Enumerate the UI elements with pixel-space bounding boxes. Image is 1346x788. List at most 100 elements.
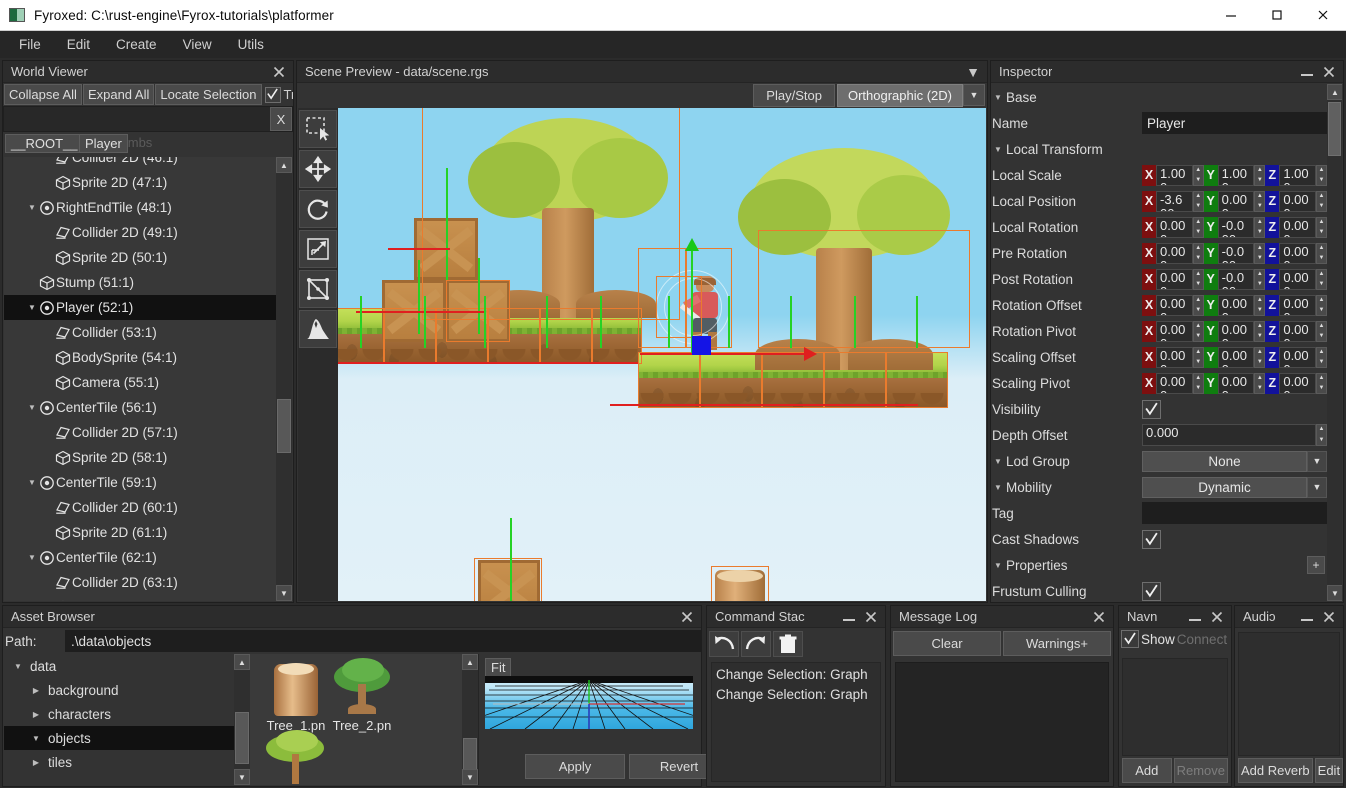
axis-y-input[interactable]: -0.000 <box>1217 216 1255 238</box>
axis-z-input[interactable]: 0.000 <box>1279 294 1317 316</box>
tree-node[interactable]: ▼Collider 2D (46:1) <box>4 157 276 170</box>
axis-z-input[interactable]: 0.000 <box>1279 268 1317 290</box>
fit-button[interactable]: Fit <box>485 658 512 677</box>
scroll-up-button[interactable]: ▲ <box>1327 84 1342 100</box>
axis-x-input[interactable]: 0.000 <box>1156 320 1193 342</box>
axis-x-input[interactable]: 1.000 <box>1156 164 1193 186</box>
spinner-buttons[interactable]: ▲ ▼ <box>1192 372 1204 394</box>
text-input[interactable] <box>1142 112 1329 134</box>
inspector-close-button[interactable] <box>1319 63 1339 81</box>
axis-x-input[interactable]: 0.000 <box>1156 268 1193 290</box>
checkbox[interactable] <box>1142 529 1161 549</box>
axis-y-input[interactable]: -0.000 <box>1217 268 1255 290</box>
spinner-buttons[interactable]: ▲ ▼ <box>1316 164 1328 186</box>
world-viewer-close-button[interactable] <box>269 63 289 81</box>
path-input[interactable] <box>65 630 701 652</box>
axis-z-input[interactable]: 0.000 <box>1279 346 1317 368</box>
scrollbar-thumb[interactable] <box>277 399 291 453</box>
axis-z-input[interactable]: 0.000 <box>1279 216 1317 238</box>
chevron-down-icon[interactable]: ▼ <box>30 732 42 744</box>
asset-item[interactable]: Tree_2.pn <box>326 658 398 733</box>
chevron-right-icon[interactable]: ▶ <box>30 684 42 696</box>
asset-item[interactable]: Tree_1.pn <box>260 658 332 733</box>
camera-mode-dropdown[interactable]: Orthographic (2D) ▼ <box>836 83 985 107</box>
scroll-down-button[interactable]: ▼ <box>462 769 478 785</box>
tree-node[interactable]: ▼ CenterTile (59:1) <box>4 470 276 495</box>
tree-node[interactable]: ▼Camera (55:1) <box>4 370 276 395</box>
axis-y-input[interactable]: 0.000 <box>1217 320 1255 342</box>
spinner-buttons[interactable]: ▲ ▼ <box>1254 216 1266 238</box>
spinner-buttons[interactable]: ▲ ▼ <box>1316 346 1328 368</box>
tree-node[interactable]: ▼Stump (51:1) <box>4 270 276 295</box>
folder-node[interactable]: ▶ tiles <box>4 750 234 774</box>
clear-log-button[interactable]: Clear <box>893 631 1001 656</box>
remove-navmesh-button[interactable]: Remove <box>1173 758 1228 783</box>
spinner-buttons[interactable]: ▲ ▼ <box>1192 242 1204 264</box>
command-stack-item[interactable]: Change Selection: Graph <box>716 685 876 705</box>
spinner-buttons[interactable]: ▲ ▼ <box>1192 216 1204 238</box>
axis-z-input[interactable]: 0.000 <box>1279 190 1317 212</box>
chevron-down-icon[interactable]: ▼ <box>12 660 24 672</box>
chevron-right-icon[interactable]: ▶ <box>30 756 42 768</box>
axis-z-input[interactable]: 0.000 <box>1279 320 1317 342</box>
tree-node[interactable]: ▼Sprite 2D (64:1) <box>4 595 276 601</box>
scroll-down-button[interactable]: ▼ <box>234 769 250 785</box>
scene-render-area[interactable] <box>338 108 986 601</box>
scrollbar-thumb[interactable] <box>235 712 249 764</box>
axis-z-input[interactable]: 1.000 <box>1279 164 1317 186</box>
chevron-down-icon[interactable]: ▼ <box>26 402 38 414</box>
menu-utils[interactable]: Utils <box>225 33 277 56</box>
message-log-close-button[interactable] <box>1089 608 1109 626</box>
spinner-buttons[interactable]: ▲ ▼ <box>1254 294 1266 316</box>
axis-x-input[interactable]: 0.000 <box>1156 294 1193 316</box>
spinner-buttons[interactable]: ▲ ▼ <box>1192 164 1204 186</box>
add-reverb-button[interactable]: Add Reverb <box>1238 758 1313 783</box>
navmesh-list[interactable] <box>1122 658 1228 756</box>
scroll-down-button[interactable]: ▼ <box>276 585 292 601</box>
command-stack-close-button[interactable] <box>861 608 881 626</box>
spinner-buttons[interactable]: ▲ ▼ <box>1316 190 1328 212</box>
navmesh-minimize-button[interactable] <box>1185 608 1205 626</box>
close-button[interactable] <box>1300 0 1346 31</box>
command-stack-minimize-button[interactable] <box>839 608 859 626</box>
audio-minimize-button[interactable] <box>1297 608 1317 626</box>
folder-node[interactable]: ▶ characters <box>4 702 234 726</box>
navmesh-tool-button[interactable] <box>299 270 337 308</box>
spinner-buttons[interactable]: ▲ ▼ <box>1316 424 1327 446</box>
terrain-tool-button[interactable] <box>299 310 337 348</box>
command-stack-list[interactable]: Change Selection: Graph Change Selection… <box>711 662 881 782</box>
chevron-down-icon[interactable]: ▼ <box>26 477 38 489</box>
show-navmesh-checkbox[interactable] <box>1121 630 1139 648</box>
command-stack-item[interactable]: Change Selection: Graph <box>716 665 876 685</box>
audio-close-button[interactable] <box>1319 608 1339 626</box>
asset-folder-scrollbar[interactable]: ▲ ▼ <box>234 654 250 785</box>
tree-node[interactable]: ▼Collider (53:1) <box>4 320 276 345</box>
chevron-down-icon[interactable]: ▼ <box>992 91 1004 103</box>
spinner-buttons[interactable]: ▲ ▼ <box>1192 268 1204 290</box>
apply-button[interactable]: Apply <box>525 754 625 779</box>
spinner-buttons[interactable]: ▲ ▼ <box>1192 346 1204 368</box>
folder-node[interactable]: ▶ background <box>4 678 234 702</box>
warnings-filter-button[interactable]: Warnings+ <box>1003 631 1111 656</box>
message-log-list[interactable] <box>895 662 1109 782</box>
track-selection-checkbox[interactable] <box>264 86 281 103</box>
tree-node[interactable]: ▼ RightEndTile (48:1) <box>4 195 276 220</box>
asset-grid-scrollbar[interactable]: ▲ ▼ <box>462 654 478 785</box>
checkbox[interactable] <box>1142 581 1161 601</box>
scroll-up-button[interactable]: ▲ <box>276 157 292 173</box>
add-navmesh-button[interactable]: Add <box>1122 758 1172 783</box>
tree-node[interactable]: ▼Sprite 2D (61:1) <box>4 520 276 545</box>
tree-node[interactable]: ▼Sprite 2D (50:1) <box>4 245 276 270</box>
menu-create[interactable]: Create <box>103 33 170 56</box>
spinner-buttons[interactable]: ▲ ▼ <box>1316 242 1328 264</box>
select-tool-button[interactable] <box>299 110 337 148</box>
spinner-buttons[interactable]: ▲ ▼ <box>1254 268 1266 290</box>
inspector-minimize-button[interactable] <box>1297 63 1317 81</box>
axis-z-input[interactable]: 0.000 <box>1279 242 1317 264</box>
chevron-down-icon[interactable]: ▼ <box>992 143 1004 155</box>
spinner-buttons[interactable]: ▲ ▼ <box>1254 372 1266 394</box>
asset-item[interactable]: Tree_3.pn <box>260 730 332 785</box>
scene-preview-menu-button[interactable]: ▼ <box>963 63 983 81</box>
spinner-buttons[interactable]: ▲ ▼ <box>1254 190 1266 212</box>
tree-node[interactable]: ▼ CenterTile (56:1) <box>4 395 276 420</box>
